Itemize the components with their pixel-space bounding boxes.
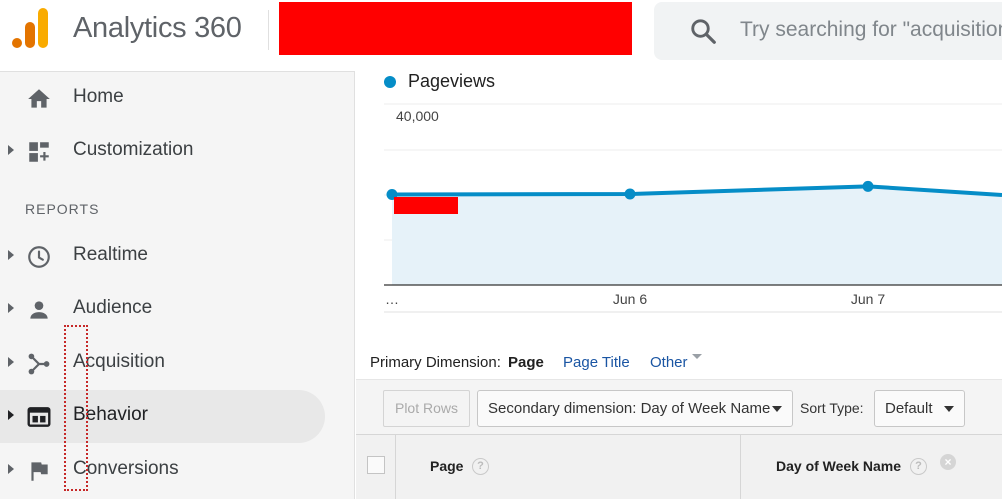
remove-dimension-icon[interactable]: ×: [940, 454, 956, 470]
sidebar-item-audience[interactable]: Audience: [0, 283, 325, 336]
sidebar: Home Customization REPORTS Realtime Audi…: [0, 71, 355, 499]
caret-right-icon[interactable]: [8, 250, 14, 260]
top-header: Analytics 360 Try searching for "acquisi…: [0, 0, 1002, 70]
table-header: Page ? Day of Week Name ? ×: [356, 434, 1002, 499]
app-title: Analytics 360: [73, 12, 242, 44]
chevron-down-icon: [772, 406, 782, 412]
dimension-page[interactable]: Page: [508, 354, 544, 371]
secondary-dimension-value: Secondary dimension: Day of Week Name: [488, 400, 771, 417]
chevron-down-icon[interactable]: [692, 354, 702, 359]
column-header-day-of-week[interactable]: Day of Week Name: [776, 458, 901, 474]
chart-x-tick-label: Jun 6: [613, 291, 647, 307]
dimension-page-title-link[interactable]: Page Title: [563, 354, 630, 371]
sidebar-item-behavior[interactable]: Behavior: [0, 390, 325, 443]
column-header-page[interactable]: Page: [430, 458, 463, 474]
table-toolbar: Plot Rows Secondary dimension: Day of We…: [356, 379, 1002, 434]
sort-type-select[interactable]: Default: [874, 390, 965, 427]
sort-type-label: Sort Type:: [800, 400, 864, 416]
chart-x-tick-label: Jun 7: [851, 291, 885, 307]
sort-type-value: Default: [885, 400, 933, 417]
redacted-account-selector[interactable]: [279, 2, 632, 55]
sidebar-item-realtime[interactable]: Realtime: [0, 230, 325, 283]
primary-dimension-label: Primary Dimension:: [370, 354, 501, 371]
secondary-dimension-select[interactable]: Secondary dimension: Day of Week Name: [477, 390, 793, 427]
legend-marker: [384, 76, 396, 88]
column-divider: [395, 435, 396, 499]
reports-section-header: REPORTS: [25, 201, 100, 217]
person-icon: [30, 301, 48, 319]
dimension-other-link[interactable]: Other: [650, 354, 688, 371]
column-divider: [740, 435, 741, 499]
chevron-down-icon: [944, 406, 954, 412]
plot-rows-button[interactable]: Plot Rows: [383, 390, 470, 427]
search-icon[interactable]: [688, 16, 718, 46]
caret-right-icon[interactable]: [8, 410, 14, 420]
sidebar-item-home[interactable]: Home: [0, 72, 325, 125]
sidebar-item-label: Audience: [73, 297, 153, 318]
caret-right-icon[interactable]: [8, 303, 14, 313]
search-input[interactable]: Try searching for "acquisition": [740, 18, 1002, 42]
report-main: Pageviews 40,000 … Jun 6 Jun 7 Primary Dime…: [356, 71, 1002, 499]
behavior-window-icon: [27, 407, 51, 427]
home-icon: [28, 89, 50, 108]
clock-icon: [28, 246, 50, 268]
sidebar-item-label: Home: [73, 86, 124, 107]
sidebar-item-label: Customization: [73, 139, 194, 160]
chart-x-tick-label: …: [385, 291, 399, 307]
sidebar-item-conversions[interactable]: Conversions: [0, 444, 325, 497]
select-all-checkbox[interactable]: [367, 456, 385, 474]
pageviews-chart[interactable]: 40,000 … Jun 6 Jun 7: [356, 97, 1002, 317]
help-icon[interactable]: ?: [910, 458, 927, 475]
redacted-chart-label: [394, 197, 458, 214]
header-divider: [268, 10, 269, 50]
analytics-logo-icon[interactable]: [12, 8, 48, 50]
caret-right-icon[interactable]: [8, 464, 14, 474]
sidebar-item-label: Realtime: [73, 244, 148, 265]
chart-y-tick-label: 40,000: [396, 108, 439, 124]
acquisition-icon: [28, 353, 50, 375]
caret-right-icon[interactable]: [8, 357, 14, 367]
help-icon[interactable]: ?: [472, 458, 489, 475]
sidebar-item-acquisition[interactable]: Acquisition: [0, 337, 325, 390]
chart-data-point: [624, 188, 636, 200]
dotted-highlight-box: [64, 325, 88, 491]
sidebar-item-label: Conversions: [73, 458, 179, 479]
dashboard-plus-icon: [29, 142, 49, 162]
sidebar-item-customization[interactable]: Customization: [0, 125, 325, 178]
flag-icon: [31, 462, 48, 481]
search-bar[interactable]: Try searching for "acquisition": [654, 2, 1002, 60]
chart-data-point: [862, 180, 874, 192]
caret-right-icon[interactable]: [8, 145, 14, 155]
chart-area-fill: [392, 186, 1002, 285]
legend-label[interactable]: Pageviews: [408, 71, 495, 92]
